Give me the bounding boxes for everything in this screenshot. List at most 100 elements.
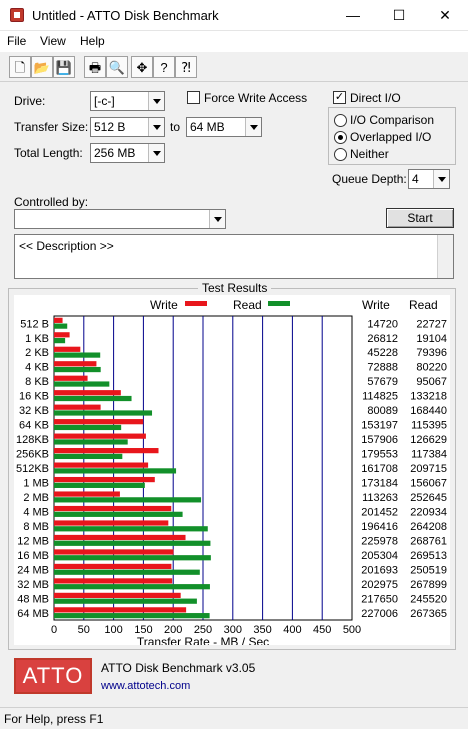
read-bar (54, 395, 132, 402)
print-preview-icon[interactable]: 🔍 (106, 56, 128, 78)
read-value: 267899 (410, 579, 447, 591)
direct-io-checkbox[interactable]: ✓ (333, 91, 346, 104)
legend-write-label: Write (150, 298, 178, 312)
neither-label: Neither (350, 147, 389, 161)
category-label: 16 MB (17, 550, 49, 562)
menu-help[interactable]: Help (80, 34, 105, 48)
total-length-select[interactable]: 256 MB (90, 143, 165, 163)
category-label: 8 KB (25, 376, 49, 388)
write-bar (54, 419, 144, 425)
write-value: 202975 (361, 579, 398, 591)
chart-legend: Write Read Write Read (150, 298, 438, 312)
read-bar (54, 511, 183, 517)
category-label: 1 KB (25, 333, 49, 345)
read-value: 250519 (410, 564, 447, 576)
write-value: 225978 (361, 535, 398, 547)
chevron-down-icon (148, 92, 164, 110)
write-bar (54, 361, 97, 367)
write-value: 57679 (367, 376, 398, 388)
total-length-label: Total Length: (14, 146, 83, 160)
menu-file[interactable]: File (7, 34, 26, 48)
category-label: 24 MB (17, 564, 49, 576)
status-bar: For Help, press F1 (0, 707, 468, 729)
write-value: 80089 (367, 405, 398, 417)
save-icon[interactable]: 💾 (53, 56, 75, 78)
write-bar (54, 578, 173, 584)
new-icon[interactable]: 🗋 (9, 56, 31, 78)
neither-radio[interactable] (334, 148, 347, 161)
website-link[interactable]: www.attotech.com (101, 680, 190, 692)
read-bar (54, 323, 68, 329)
transfer-size-label: Transfer Size: (14, 120, 89, 134)
read-bar (54, 526, 208, 532)
direct-io-label: Direct I/O (350, 91, 401, 105)
read-value: 252645 (410, 492, 447, 504)
start-button[interactable]: Start (386, 208, 454, 228)
write-value: 14720 (367, 318, 398, 330)
drive-label: Drive: (14, 94, 46, 108)
open-icon[interactable]: 📂 (31, 56, 53, 78)
move-icon[interactable]: ✥ (131, 56, 153, 78)
write-bar (54, 592, 181, 598)
maximize-button[interactable]: ☐ (376, 0, 422, 31)
read-value: 22727 (416, 318, 447, 330)
context-help-icon[interactable]: ⁈ (175, 56, 197, 78)
force-write-checkbox[interactable] (187, 91, 200, 104)
overlapped-io-radio[interactable] (334, 131, 347, 144)
transfer-size-to-select[interactable]: 64 MB (186, 117, 262, 137)
transfer-size-from-select[interactable]: 512 B (90, 117, 165, 137)
write-bar (54, 462, 149, 468)
write-value: 201452 (361, 506, 398, 518)
category-label: 512KB (16, 463, 49, 475)
toolbar: 🗋 📂 💾 🖶 🔍 ✥ ? ⁈ (0, 52, 468, 82)
category-label: 8 MB (23, 521, 49, 533)
drive-select[interactable]: [-c-] (90, 91, 165, 111)
write-bar (54, 607, 187, 613)
read-bar (54, 584, 210, 590)
help-icon[interactable]: ? (153, 56, 175, 78)
transfer-from-value: 512 B (94, 120, 126, 134)
write-bar (54, 534, 186, 541)
controlled-by-select[interactable] (14, 209, 226, 229)
minimize-button[interactable]: — (330, 0, 376, 31)
category-label: 4 MB (23, 506, 49, 518)
x-tick-label: 500 (343, 624, 361, 636)
io-comparison-radio[interactable] (334, 114, 347, 127)
read-value: 19104 (416, 333, 447, 345)
queue-depth-select[interactable]: 4 (408, 169, 450, 189)
write-bar (54, 491, 120, 497)
write-value: 114825 (362, 391, 398, 403)
read-value: 264208 (410, 521, 447, 533)
category-label: 32 MB (17, 579, 49, 591)
legend-read-swatch (268, 301, 290, 306)
write-value: 227006 (361, 608, 398, 620)
print-icon[interactable]: 🖶 (84, 56, 106, 78)
read-bar (54, 381, 110, 387)
read-bar (54, 424, 122, 431)
read-bar (54, 569, 200, 575)
category-label: 1 MB (23, 478, 49, 490)
value-table: 14720 22727 26812 19104 45228 79396 72888 80220… (361, 318, 447, 620)
read-value: 267365 (410, 608, 447, 620)
write-value: 26812 (367, 333, 398, 345)
x-tick-label: 450 (313, 624, 331, 636)
close-button[interactable]: ✕ (422, 0, 468, 31)
description-field[interactable]: << Description >> (14, 234, 454, 279)
chevron-down-icon (433, 170, 449, 188)
write-column-header: Write (362, 298, 390, 312)
menu-view[interactable]: View (40, 34, 66, 48)
write-bar (54, 476, 155, 483)
read-value: 245520 (410, 593, 447, 605)
write-value: 173184 (361, 478, 398, 490)
read-bar (54, 555, 211, 561)
category-label: 12 MB (17, 535, 49, 547)
read-value: 269513 (410, 550, 447, 562)
write-value: 153197 (361, 420, 398, 432)
read-value: 156067 (410, 478, 447, 490)
description-scrollbar[interactable] (437, 235, 453, 278)
category-label: 2 MB (23, 492, 49, 504)
write-bar (54, 390, 121, 396)
x-tick-label: 0 (51, 624, 57, 636)
category-label: 4 KB (25, 362, 49, 374)
results-title: Test Results (198, 281, 272, 295)
